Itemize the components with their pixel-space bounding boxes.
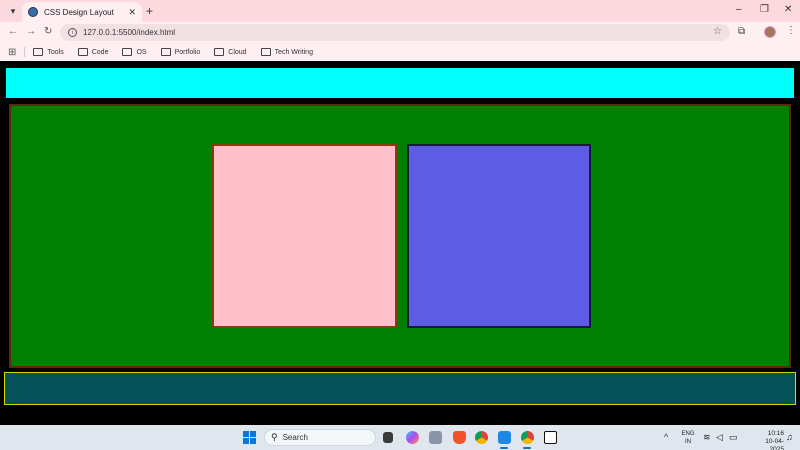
bookmark-label: Tools [47, 48, 64, 56]
taskbar-search-input[interactable]: ⚲ Search [264, 429, 376, 446]
kebab-icon[interactable]: ⋮ [786, 25, 796, 36]
site-info-icon[interactable]: i [68, 28, 77, 37]
close-window-icon[interactable]: ✕ [784, 4, 792, 16]
close-tab-icon[interactable]: ✕ [128, 7, 136, 18]
folder-icon [33, 48, 44, 56]
clock[interactable]: 10:16 10-04-2025 [752, 430, 784, 450]
windows-start-icon[interactable] [243, 431, 256, 444]
language-indicator[interactable]: ENG IN [680, 430, 696, 446]
camera-icon[interactable] [429, 431, 442, 444]
browser-tab[interactable]: CSS Design Layout ✕ [22, 2, 142, 22]
page-header-block [5, 67, 795, 99]
tab-search-chevron-icon[interactable]: ▾ [4, 3, 22, 19]
chrome-icon[interactable] [475, 431, 488, 444]
bookmark-label: Portfolio [174, 48, 201, 56]
chevron-up-icon[interactable]: ^ [664, 432, 668, 442]
notion-icon[interactable] [544, 431, 557, 444]
search-placeholder: Search [282, 433, 308, 442]
vscode-icon[interactable] [498, 431, 511, 444]
apps-grid-icon[interactable]: ⊞ [8, 47, 16, 58]
file-manager-icon[interactable] [383, 432, 393, 443]
bookmark-label: Code [91, 48, 109, 56]
page-footer-block [4, 372, 796, 405]
page-viewport [0, 61, 800, 425]
page-main-block [9, 104, 791, 368]
url-text[interactable]: 127.0.0.1:5500/index.html [83, 28, 175, 37]
language-code: ENG [681, 431, 695, 437]
folder-icon [122, 48, 133, 56]
bookmark-os[interactable]: OS [122, 48, 147, 56]
volume-icon[interactable]: ◁ [716, 432, 723, 443]
vscode-active-indicator [500, 447, 508, 449]
navigation-bar: ← → ↻ i 127.0.0.1:5500/index.html ☆ [0, 22, 800, 43]
folder-icon [77, 48, 88, 56]
address-bar[interactable]: i 127.0.0.1:5500/index.html ☆ [60, 24, 730, 41]
wifi-icon[interactable]: ≋ [703, 432, 711, 443]
avatar[interactable] [764, 26, 776, 38]
folder-icon [214, 48, 225, 56]
chrome-profile-icon[interactable] [521, 431, 534, 444]
clock-time: 10:16 [767, 430, 784, 437]
copilot-icon[interactable] [406, 431, 419, 444]
bookmark-label: OS [136, 48, 147, 56]
taskbar: ⚲ Search ^ ENG IN ≋ ◁ ▭ 10:16 10-04-2025… [0, 425, 800, 450]
restore-icon[interactable]: ❐ [760, 4, 769, 16]
bookmark-label: Cloud [228, 48, 247, 56]
region-code: IN [685, 439, 691, 445]
tab-strip: ▾ CSS Design Layout ✕ + – ❐ ✕ [0, 0, 800, 22]
bookmark-portfolio[interactable]: Portfolio [160, 48, 201, 56]
folder-icon [160, 48, 171, 56]
bookmarks-bar: ⊞ Tools Code OS Portfolio Cloud Tech Wri… [0, 43, 800, 61]
tab-title: CSS Design Layout [44, 7, 114, 17]
bookmark-label: Tech Writing [274, 48, 313, 56]
chrome-active-indicator [523, 447, 531, 449]
search-icon: ⚲ [271, 432, 278, 442]
clock-date: 10-04-2025 [765, 438, 784, 450]
notification-bell-icon[interactable]: ♫ [786, 432, 793, 442]
pink-box [212, 144, 397, 328]
folder-icon [260, 48, 271, 56]
divider [24, 47, 26, 57]
brave-icon[interactable] [453, 431, 466, 444]
new-tab-button[interactable]: + [146, 4, 153, 18]
globe-icon [28, 7, 38, 17]
minimize-icon[interactable]: – [736, 4, 742, 16]
back-arrow-icon[interactable]: ← [8, 26, 18, 38]
bookmark-tech-writing[interactable]: Tech Writing [260, 48, 313, 56]
puzzle-icon[interactable]: ⧉ [738, 26, 745, 37]
reload-icon[interactable]: ↻ [44, 26, 52, 38]
blue-box [407, 144, 591, 328]
forward-arrow-icon[interactable]: → [26, 26, 36, 38]
bookmark-cloud[interactable]: Cloud [214, 48, 247, 56]
star-icon[interactable]: ☆ [713, 26, 722, 37]
bookmark-code[interactable]: Code [77, 48, 109, 56]
bookmark-tools[interactable]: Tools [33, 48, 64, 56]
battery-icon[interactable]: ▭ [729, 432, 738, 443]
